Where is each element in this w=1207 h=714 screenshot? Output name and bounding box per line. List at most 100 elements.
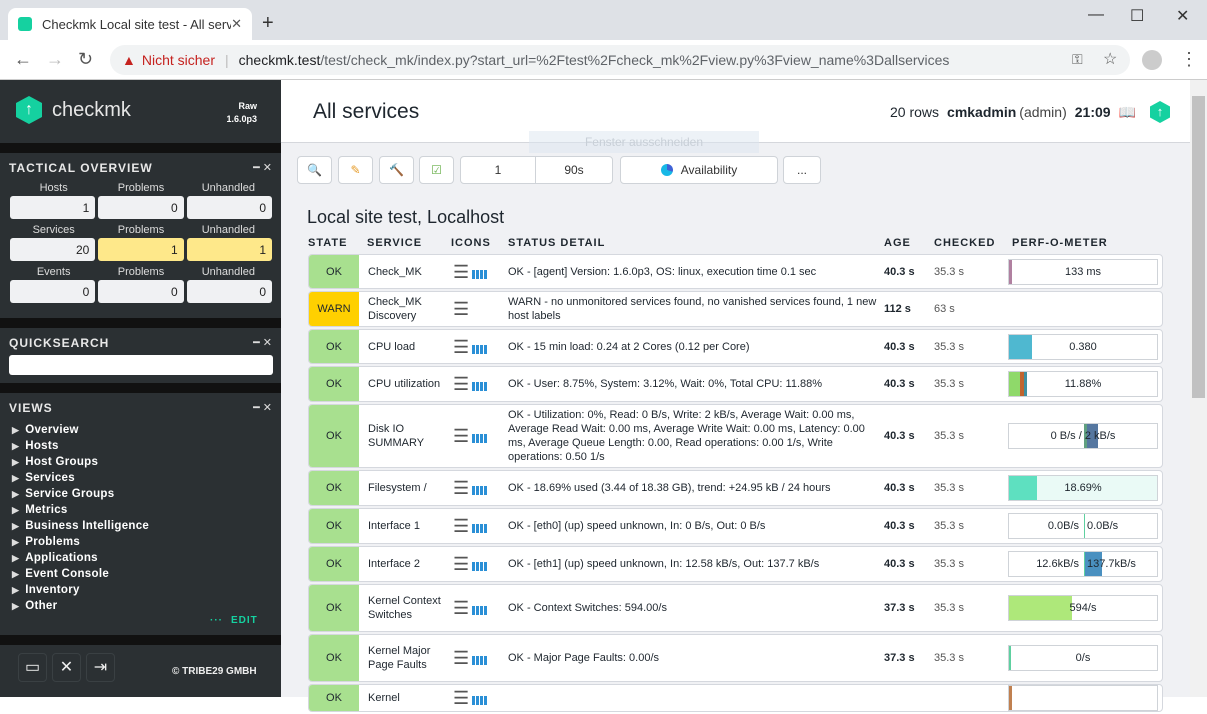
more-button[interactable]: ... xyxy=(783,156,821,184)
graph-icon[interactable] xyxy=(472,691,489,705)
graph-icon[interactable] xyxy=(472,429,489,443)
column-header-status-detail[interactable]: STATUS DETAIL xyxy=(508,237,605,249)
commands-button[interactable]: 🔨 xyxy=(379,156,414,184)
graph-icon[interactable] xyxy=(472,481,489,495)
expand-triangle-icon[interactable]: ▶ xyxy=(12,585,19,596)
tactical-count[interactable]: 0 xyxy=(98,280,184,303)
view-item[interactable]: ▶ Inventory xyxy=(12,582,149,598)
reload-icon[interactable]: ↻ xyxy=(78,49,93,70)
view-item[interactable]: ▶ Problems xyxy=(12,534,149,550)
refresh-interval[interactable]: 90s xyxy=(535,156,613,184)
close-tab-icon[interactable]: ✕ xyxy=(231,16,242,32)
forward-icon[interactable]: → xyxy=(46,49,64,70)
snapin-controls[interactable]: ━ ✕ xyxy=(253,161,272,174)
perf-o-meter[interactable]: 0.0B/s 0.0B/s xyxy=(1008,513,1158,539)
table-row[interactable]: OK Check_MK ☰ OK - [agent] Version: 1.6.0p3… xyxy=(308,254,1163,289)
settings-tools-icon[interactable]: ✕ xyxy=(52,653,81,682)
service-name[interactable]: Interface 2 xyxy=(368,557,453,571)
column-header-age[interactable]: AGE xyxy=(884,237,911,249)
expand-triangle-icon[interactable]: ▶ xyxy=(12,569,19,580)
menu-icon[interactable]: ☰ xyxy=(453,375,469,393)
tactical-count[interactable]: 1 xyxy=(186,238,272,261)
star-icon[interactable]: ☆ xyxy=(1103,49,1117,69)
perf-o-meter[interactable]: 594/s xyxy=(1008,595,1158,621)
url-field[interactable]: ▲ Nicht sicher | checkmk.test/test/check_… xyxy=(110,45,1130,75)
expand-triangle-icon[interactable]: ▶ xyxy=(12,441,19,452)
column-header-checked[interactable]: CHECKED xyxy=(934,237,995,249)
menu-icon[interactable]: ☰ xyxy=(453,300,469,318)
perf-o-meter[interactable]: 0/s xyxy=(1008,645,1158,671)
menu-icon[interactable]: ☰ xyxy=(453,649,469,667)
service-name[interactable]: Kernel Major Page Faults xyxy=(368,644,453,672)
snapin-controls[interactable]: ━ ✕ xyxy=(253,336,272,349)
expand-triangle-icon[interactable]: ▶ xyxy=(12,473,19,484)
table-row[interactable]: OK Kernel Context Switches ☰ OK - Context S… xyxy=(308,584,1163,632)
view-item[interactable]: ▶ Applications xyxy=(12,550,149,566)
edit-views-link[interactable]: ··· EDIT xyxy=(210,615,258,626)
menu-icon[interactable]: ☰ xyxy=(453,599,469,617)
service-name[interactable]: Filesystem / xyxy=(368,481,453,495)
graph-icon[interactable] xyxy=(472,557,489,571)
service-name[interactable]: Kernel xyxy=(368,691,453,705)
view-item[interactable]: ▶ Services xyxy=(12,470,149,486)
graph-icon[interactable] xyxy=(472,601,489,615)
menu-icon[interactable]: ☰ xyxy=(453,338,469,356)
perf-o-meter[interactable]: 12.6kB/s 137.7kB/s xyxy=(1008,551,1158,577)
table-row[interactable]: WARN Check_MK Discovery ☰ WARN - no unmonit… xyxy=(308,291,1163,327)
view-item[interactable]: ▶ Service Groups xyxy=(12,486,149,502)
table-row[interactable]: OK CPU load ☰ OK - 15 min load: 0.24 at 2 C… xyxy=(308,329,1163,364)
graph-icon[interactable] xyxy=(472,264,489,279)
column-header-service[interactable]: SERVICE xyxy=(367,237,422,249)
graph-icon[interactable] xyxy=(472,651,489,665)
expand-triangle-icon[interactable]: ▶ xyxy=(12,505,19,516)
tactical-count[interactable]: 0 xyxy=(186,196,272,219)
menu-icon[interactable]: ☰ xyxy=(453,479,469,497)
key-icon[interactable]: ⚿ xyxy=(1072,51,1083,68)
edit-view-button[interactable]: ✎ xyxy=(338,156,373,184)
service-name[interactable]: Check_MK xyxy=(368,265,453,279)
username[interactable]: cmkadmin xyxy=(947,104,1016,120)
scrollbar[interactable] xyxy=(1190,80,1207,697)
help-book-icon[interactable]: 📖 xyxy=(1119,104,1136,121)
service-name[interactable]: CPU load xyxy=(368,340,453,354)
table-row[interactable]: OK CPU utilization ☰ OK - User: 8.75%, Syst… xyxy=(308,366,1163,402)
service-name[interactable]: Kernel Context Switches xyxy=(368,594,453,622)
view-item[interactable]: ▶ Event Console xyxy=(12,566,149,582)
table-row[interactable]: OK Interface 1 ☰ OK - [eth0] (up) speed unk… xyxy=(308,508,1163,544)
table-row[interactable]: OK Disk IO SUMMARY ☰ OK - Utilization: 0%, … xyxy=(308,404,1163,468)
back-icon[interactable]: ← xyxy=(14,49,32,70)
perf-o-meter[interactable] xyxy=(1008,685,1158,711)
quicksearch-input[interactable] xyxy=(9,355,273,375)
table-row[interactable]: OK Kernel Major Page Faults ☰ OK - Major Pa… xyxy=(308,634,1163,682)
tactical-count[interactable]: 0 xyxy=(186,280,272,303)
browser-tab[interactable]: Checkmk Local site test - All servi ✕ xyxy=(8,8,252,40)
profile-icon[interactable] xyxy=(1142,50,1162,70)
table-row[interactable]: OK Interface 2 ☰ OK - [eth1] (up) speed unk… xyxy=(308,546,1163,582)
table-row[interactable]: OK Filesystem / ☰ OK - 18.69% used (3.44 of… xyxy=(308,470,1163,506)
graph-icon[interactable] xyxy=(472,339,489,354)
column-header-perf-o-meter[interactable]: PERF-O-METER xyxy=(1012,237,1108,249)
graph-icon[interactable] xyxy=(472,377,489,391)
menu-icon[interactable]: ☰ xyxy=(453,689,469,707)
new-tab-button[interactable]: + xyxy=(262,12,274,35)
view-item[interactable]: ▶ Host Groups xyxy=(12,454,149,470)
menu-icon[interactable]: ☰ xyxy=(453,555,469,573)
view-item[interactable]: ▶ Other xyxy=(12,598,149,614)
perf-o-meter[interactable]: 133 ms xyxy=(1008,258,1158,285)
refresh-count[interactable]: 1 xyxy=(460,156,536,184)
minimize-button[interactable]: — xyxy=(1088,6,1104,24)
tactical-count[interactable]: 0 xyxy=(98,196,184,219)
tactical-count[interactable]: 1 xyxy=(98,238,184,261)
perf-o-meter[interactable]: 11.88% xyxy=(1008,371,1158,397)
expand-triangle-icon[interactable]: ▶ xyxy=(12,521,19,532)
tactical-count[interactable]: 0 xyxy=(10,280,96,303)
scrollbar-thumb[interactable] xyxy=(1192,96,1205,398)
graph-icon[interactable] xyxy=(472,519,489,533)
expand-triangle-icon[interactable]: ▶ xyxy=(12,537,19,548)
availability-button[interactable]: Availability xyxy=(620,156,778,184)
service-name[interactable]: Check_MK Discovery xyxy=(368,295,453,323)
menu-dots-icon[interactable]: ⋮ xyxy=(1180,49,1198,70)
tactical-count[interactable]: 20 xyxy=(10,238,96,261)
service-name[interactable]: CPU utilization xyxy=(368,377,453,391)
maximize-button[interactable]: ☐ xyxy=(1130,6,1144,26)
